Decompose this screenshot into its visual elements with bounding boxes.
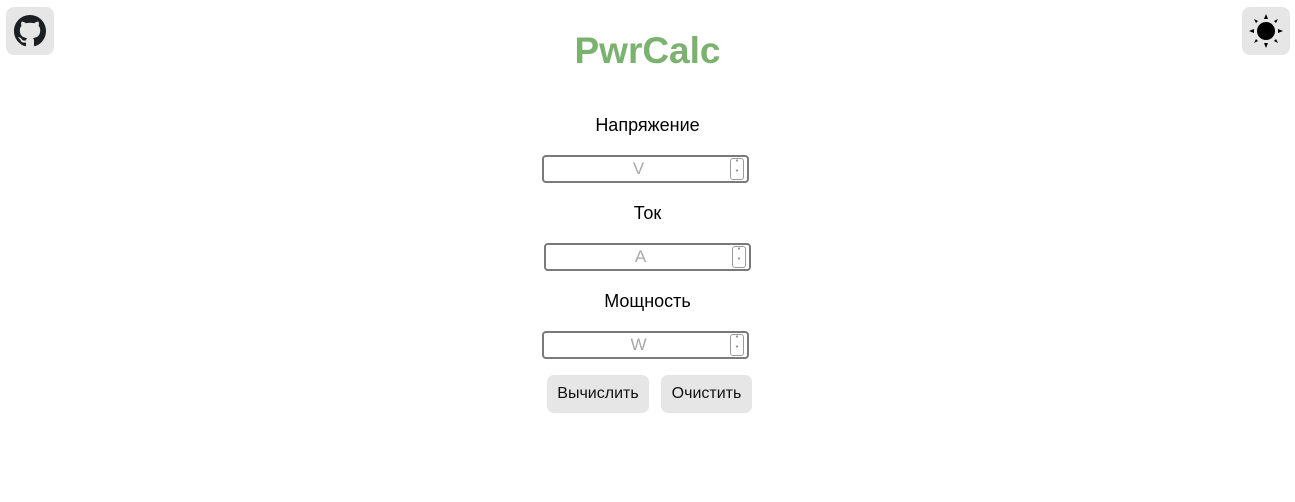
chevron-down-icon[interactable]: ˅: [737, 258, 741, 266]
power-stepper[interactable]: ˄ ˅: [730, 334, 744, 356]
calculate-button[interactable]: Вычислить: [547, 375, 649, 413]
app-page: PwrCalc Напряжение ˄ ˅ Ток ˄ ˅ Мощность …: [0, 0, 1295, 502]
current-label: Ток: [633, 203, 662, 223]
current-input-wrapper: ˄ ˅: [544, 243, 751, 271]
voltage-stepper[interactable]: ˄ ˅: [730, 158, 744, 180]
app-title: PwrCalc: [574, 30, 721, 71]
voltage-label: Напряжение: [595, 115, 700, 135]
chevron-up-icon[interactable]: ˄: [735, 336, 739, 344]
chevron-up-icon[interactable]: ˄: [737, 248, 741, 256]
current-input[interactable]: [548, 245, 733, 269]
power-input[interactable]: [546, 333, 731, 357]
chevron-up-icon[interactable]: ˄: [735, 160, 739, 168]
clear-button[interactable]: Очистить: [661, 375, 752, 413]
power-label: Мощность: [604, 291, 691, 311]
chevron-down-icon[interactable]: ˅: [735, 170, 739, 178]
voltage-input[interactable]: [546, 157, 731, 181]
chevron-down-icon[interactable]: ˅: [735, 346, 739, 354]
voltage-input-wrapper: ˄ ˅: [542, 155, 749, 183]
power-input-wrapper: ˄ ˅: [542, 331, 749, 359]
current-stepper[interactable]: ˄ ˅: [732, 246, 746, 268]
